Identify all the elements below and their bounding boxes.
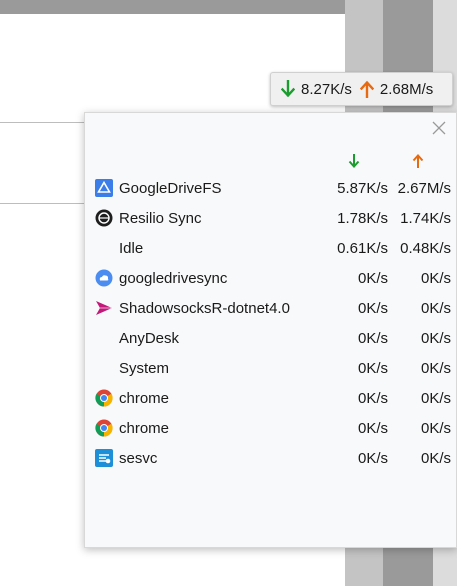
download-column-header-icon	[347, 153, 361, 169]
process-name: chrome	[119, 389, 170, 407]
process-download-speed: 0K/s	[357, 329, 388, 347]
sesvc-icon	[95, 449, 113, 467]
process-upload-speed: 0K/s	[420, 389, 451, 407]
process-list: GoogleDriveFS 5.87K/s 2.67M/s Resilio Sy…	[85, 173, 456, 473]
process-upload-speed: 0K/s	[420, 299, 451, 317]
process-upload-speed: 0.48K/s	[400, 239, 451, 257]
arrow-up-icon	[358, 79, 376, 99]
process-download-speed: 0.61K/s	[337, 239, 388, 257]
close-button[interactable]	[430, 119, 448, 137]
google-backup-sync-icon	[95, 269, 113, 287]
process-row[interactable]: googledrivesync 0K/s 0K/s	[85, 263, 456, 293]
process-row[interactable]: System 0K/s 0K/s	[85, 353, 456, 383]
process-row[interactable]: sesvc 0K/s 0K/s	[85, 443, 456, 473]
process-traffic-panel: GoogleDriveFS 5.87K/s 2.67M/s Resilio Sy…	[84, 112, 457, 548]
total-upload-speed: 2.68M/s	[379, 80, 434, 98]
background-divider	[0, 122, 90, 123]
process-download-speed: 0K/s	[357, 359, 388, 377]
process-name: Resilio Sync	[119, 209, 202, 227]
process-upload-speed: 2.67M/s	[397, 179, 451, 197]
process-name: Idle	[119, 239, 144, 257]
process-download-speed: 0K/s	[357, 389, 388, 407]
process-name: chrome	[119, 419, 170, 437]
process-name: googledrivesync	[119, 269, 228, 287]
chrome-icon	[95, 389, 113, 407]
arrow-down-icon	[279, 79, 297, 99]
process-upload-speed: 0K/s	[420, 359, 451, 377]
process-name: AnyDesk	[119, 329, 180, 347]
process-download-speed: 0K/s	[357, 449, 388, 467]
process-row[interactable]: GoogleDriveFS 5.87K/s 2.67M/s	[85, 173, 456, 203]
close-icon	[432, 121, 446, 135]
shadowsocksr-icon	[95, 299, 113, 317]
process-row[interactable]: ShadowsocksR-dotnet4.0 0K/s 0K/s	[85, 293, 456, 323]
process-download-speed: 0K/s	[357, 299, 388, 317]
process-name: System	[119, 359, 170, 377]
chrome-icon	[95, 419, 113, 437]
google-drive-fs-icon	[95, 179, 113, 197]
process-row[interactable]: AnyDesk 0K/s 0K/s	[85, 323, 456, 353]
process-upload-speed: 0K/s	[420, 269, 451, 287]
background-divider	[0, 203, 90, 204]
total-download-speed: 8.27K/s	[301, 80, 352, 98]
process-download-speed: 5.87K/s	[337, 179, 388, 197]
process-upload-speed: 0K/s	[420, 329, 451, 347]
process-upload-speed: 1.74K/s	[400, 209, 451, 227]
network-speed-widget[interactable]: 8.27K/s 2.68M/s	[270, 72, 453, 106]
process-name: sesvc	[119, 449, 158, 467]
process-row[interactable]: Resilio Sync 1.78K/s 1.74K/s	[85, 203, 456, 233]
process-name: GoogleDriveFS	[119, 179, 222, 197]
process-upload-speed: 0K/s	[420, 419, 451, 437]
process-row[interactable]: Idle 0.61K/s 0.48K/s	[85, 233, 456, 263]
process-upload-speed: 0K/s	[420, 449, 451, 467]
process-download-speed: 1.78K/s	[337, 209, 388, 227]
resilio-sync-icon	[95, 209, 113, 227]
process-download-speed: 0K/s	[357, 269, 388, 287]
process-row[interactable]: chrome 0K/s 0K/s	[85, 383, 456, 413]
upload-column-header-icon	[411, 153, 425, 169]
process-name: ShadowsocksR-dotnet4.0	[119, 299, 290, 317]
process-download-speed: 0K/s	[357, 419, 388, 437]
process-row[interactable]: chrome 0K/s 0K/s	[85, 413, 456, 443]
